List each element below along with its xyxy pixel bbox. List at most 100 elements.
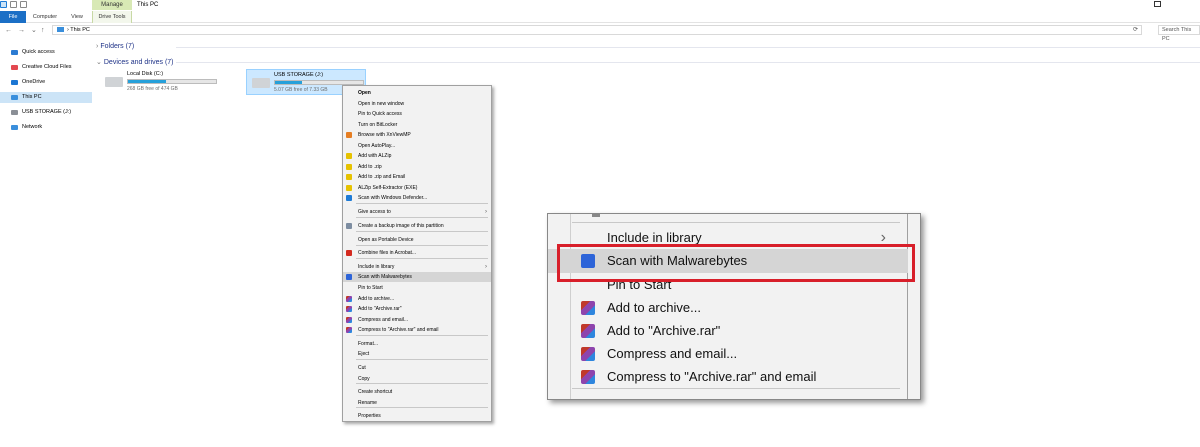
new-folder-icon[interactable]: [20, 1, 27, 8]
maximize-icon[interactable]: [1154, 1, 1161, 7]
search-input[interactable]: Search This PC: [1158, 25, 1200, 42]
menu-item-pin-to-quick-access[interactable]: Pin to Quick access: [343, 109, 491, 119]
cloud-icon: [11, 80, 18, 85]
drive-local-disk-c[interactable]: Local Disk (C:) 268 GB free of 474 GB: [100, 69, 220, 95]
menu-item-open-in-new-window[interactable]: Open in new window: [343, 99, 491, 109]
menu-item-scan-with-windows-defender[interactable]: Scan with Windows Defender...: [343, 193, 491, 203]
winrar-icon: [581, 324, 595, 338]
zoom-menu-item-add-to-archive: Add to archive...: [548, 296, 908, 320]
menu-item-label: Properties: [358, 413, 381, 419]
menu-item-add-to-archive-rar[interactable]: Add to "Archive.rar": [343, 304, 491, 314]
menu-item-eject[interactable]: Eject: [343, 349, 491, 359]
menu-separator: [356, 258, 488, 259]
menu-item-label: Compress to "Archive.rar" and email: [358, 327, 439, 333]
tab-drive-tools[interactable]: Drive Tools: [92, 11, 132, 23]
menu-item-pin-to-start[interactable]: Pin to Start: [343, 283, 491, 293]
zoom-menu-item-compress-and-email: Compress and email...: [548, 342, 908, 366]
drive-usage-fill: [128, 80, 166, 83]
menu-item-label: Include in library: [607, 230, 702, 245]
menu-item-compress-and-email[interactable]: Compress and email...: [343, 315, 491, 325]
menu-item-turn-on-bitlocker[interactable]: Turn on BitLocker: [343, 120, 491, 130]
up-arrow-icon[interactable]: ↑: [41, 25, 45, 36]
menu-item-create-shortcut[interactable]: Create shortcut: [343, 387, 491, 397]
menu-item-give-access-to[interactable]: Give access to ›: [343, 207, 491, 217]
menu-item-browse-with-xnviewmp[interactable]: Browse with XnViewMP: [343, 130, 491, 140]
menu-item-copy[interactable]: Copy: [343, 374, 491, 384]
menu-item-cut[interactable]: Cut: [343, 363, 491, 373]
menu-item-label: Open: [358, 90, 371, 96]
menu-item-label: Format...: [358, 340, 379, 347]
title-bar: Manage This PC: [0, 0, 1200, 11]
menu-item-label: Eject: [358, 351, 370, 357]
navigation-pane: Quick access Creative Cloud Files OneDri…: [0, 40, 92, 447]
sidebar-item-onedrive[interactable]: OneDrive: [0, 77, 92, 88]
folders-group-header[interactable]: › Folders (7): [96, 43, 134, 50]
navigation-bar: ← → ⌄ ↑ › This PC ⟳ Search This PC: [0, 25, 1200, 42]
address-bar[interactable]: › This PC: [52, 25, 1142, 35]
winrar-icon: [346, 327, 352, 333]
zoom-menu-item-add-to-archive-rar: Add to "Archive.rar": [548, 319, 908, 343]
alzip-icon: [346, 153, 352, 159]
menu-item-add-to-archive[interactable]: Add to archive...: [343, 294, 491, 304]
menu-item-add-to-zip[interactable]: Add to .zip: [343, 162, 491, 172]
sidebar-item-creative-cloud[interactable]: Creative Cloud Files: [0, 62, 92, 73]
sidebar-item-quick-access[interactable]: Quick access: [0, 47, 92, 58]
alzip-icon: [346, 174, 352, 180]
sidebar-item-label: Creative Cloud Files: [22, 64, 72, 70]
breadcrumb-separator: ›: [67, 27, 69, 33]
menu-item-rename[interactable]: Rename: [343, 398, 491, 408]
devices-group-header[interactable]: ⌄ Devices and drives (7): [96, 58, 174, 66]
menu-item-properties[interactable]: Properties: [343, 411, 491, 421]
back-icon[interactable]: ←: [5, 25, 12, 36]
sidebar-item-label: Quick access: [22, 49, 55, 55]
menu-item-label: Give access to: [358, 209, 391, 215]
backup-icon: [346, 223, 352, 229]
sidebar-item-label: OneDrive: [22, 79, 46, 85]
sidebar-item-network[interactable]: Network: [0, 122, 92, 133]
tab-view[interactable]: View: [64, 11, 90, 23]
winrar-icon: [346, 295, 352, 302]
menu-item-open-as-portable-device[interactable]: Open as Portable Device: [343, 235, 491, 245]
menu-item-format[interactable]: Format...: [343, 339, 491, 349]
chevron-down-icon[interactable]: ⌄: [31, 25, 37, 36]
menu-item-combine-files-in-acrobat[interactable]: Combine files in Acrobat...: [343, 248, 491, 258]
breadcrumb[interactable]: This PC: [70, 27, 90, 33]
menu-item-add-with-alzip[interactable]: Add with ALZip: [343, 151, 491, 161]
menu-item-label: Compress and email...: [607, 346, 738, 361]
forward-icon[interactable]: →: [18, 25, 25, 36]
menu-separator: [356, 217, 488, 218]
menu-separator: [356, 203, 488, 204]
menu-item-open-autoplay[interactable]: Open AutoPlay...: [343, 141, 491, 151]
defender-icon: [346, 195, 352, 201]
alzip-icon: [346, 163, 352, 170]
menu-item-label: ALZip Self-Extractor (EXE): [358, 184, 418, 191]
menu-item-open[interactable]: Open: [343, 88, 491, 98]
usb-drive-icon: [11, 110, 18, 115]
menu-item-alzip-self-extractor-exe[interactable]: ALZip Self-Extractor (EXE): [343, 183, 491, 193]
highlight-box: [557, 244, 915, 282]
properties-icon[interactable]: [10, 1, 17, 8]
menu-item-label: Add to "Archive.rar": [607, 323, 721, 338]
menu-item-label: Browse with XnViewMP: [358, 132, 411, 138]
menu-item-label: Pin to Quick access: [358, 111, 402, 117]
context-menu: Open Open in new window Pin to Quick acces…: [342, 85, 492, 422]
drive-usage-fill: [275, 81, 303, 84]
menu-item-include-in-library[interactable]: Include in library ›: [343, 262, 491, 272]
menu-item-label: Pin to Start: [358, 285, 383, 291]
menu-item-compress-to-archive-rar-and-email[interactable]: Compress to "Archive.rar" and email: [343, 325, 491, 335]
menu-item-scan-with-malwarebytes[interactable]: Scan with Malwarebytes: [343, 272, 491, 282]
menu-item-create-a-backup-image-of-this-partition[interactable]: Create a backup image of this partition: [343, 221, 491, 231]
menu-item-label: Add to "Archive.rar": [358, 306, 402, 312]
menu-item-label: Compress and email...: [358, 316, 409, 323]
menu-item-label: Add to .zip and Email: [358, 174, 406, 180]
tab-file[interactable]: File: [0, 11, 26, 23]
tab-computer[interactable]: Computer: [30, 11, 60, 23]
menu-item-label: Open AutoPlay...: [358, 142, 396, 149]
menu-item-label: Add with ALZip: [358, 153, 392, 159]
hard-drive-icon: [105, 77, 123, 87]
menu-item-label: Scan with Windows Defender...: [358, 195, 428, 201]
sidebar-item-this-pc[interactable]: This PC: [0, 92, 92, 103]
sidebar-item-usb-storage[interactable]: USB STORAGE (J:): [0, 107, 92, 118]
refresh-icon[interactable]: ⟳: [1133, 25, 1138, 35]
menu-item-add-to-zip-and-email[interactable]: Add to .zip and Email: [343, 172, 491, 182]
